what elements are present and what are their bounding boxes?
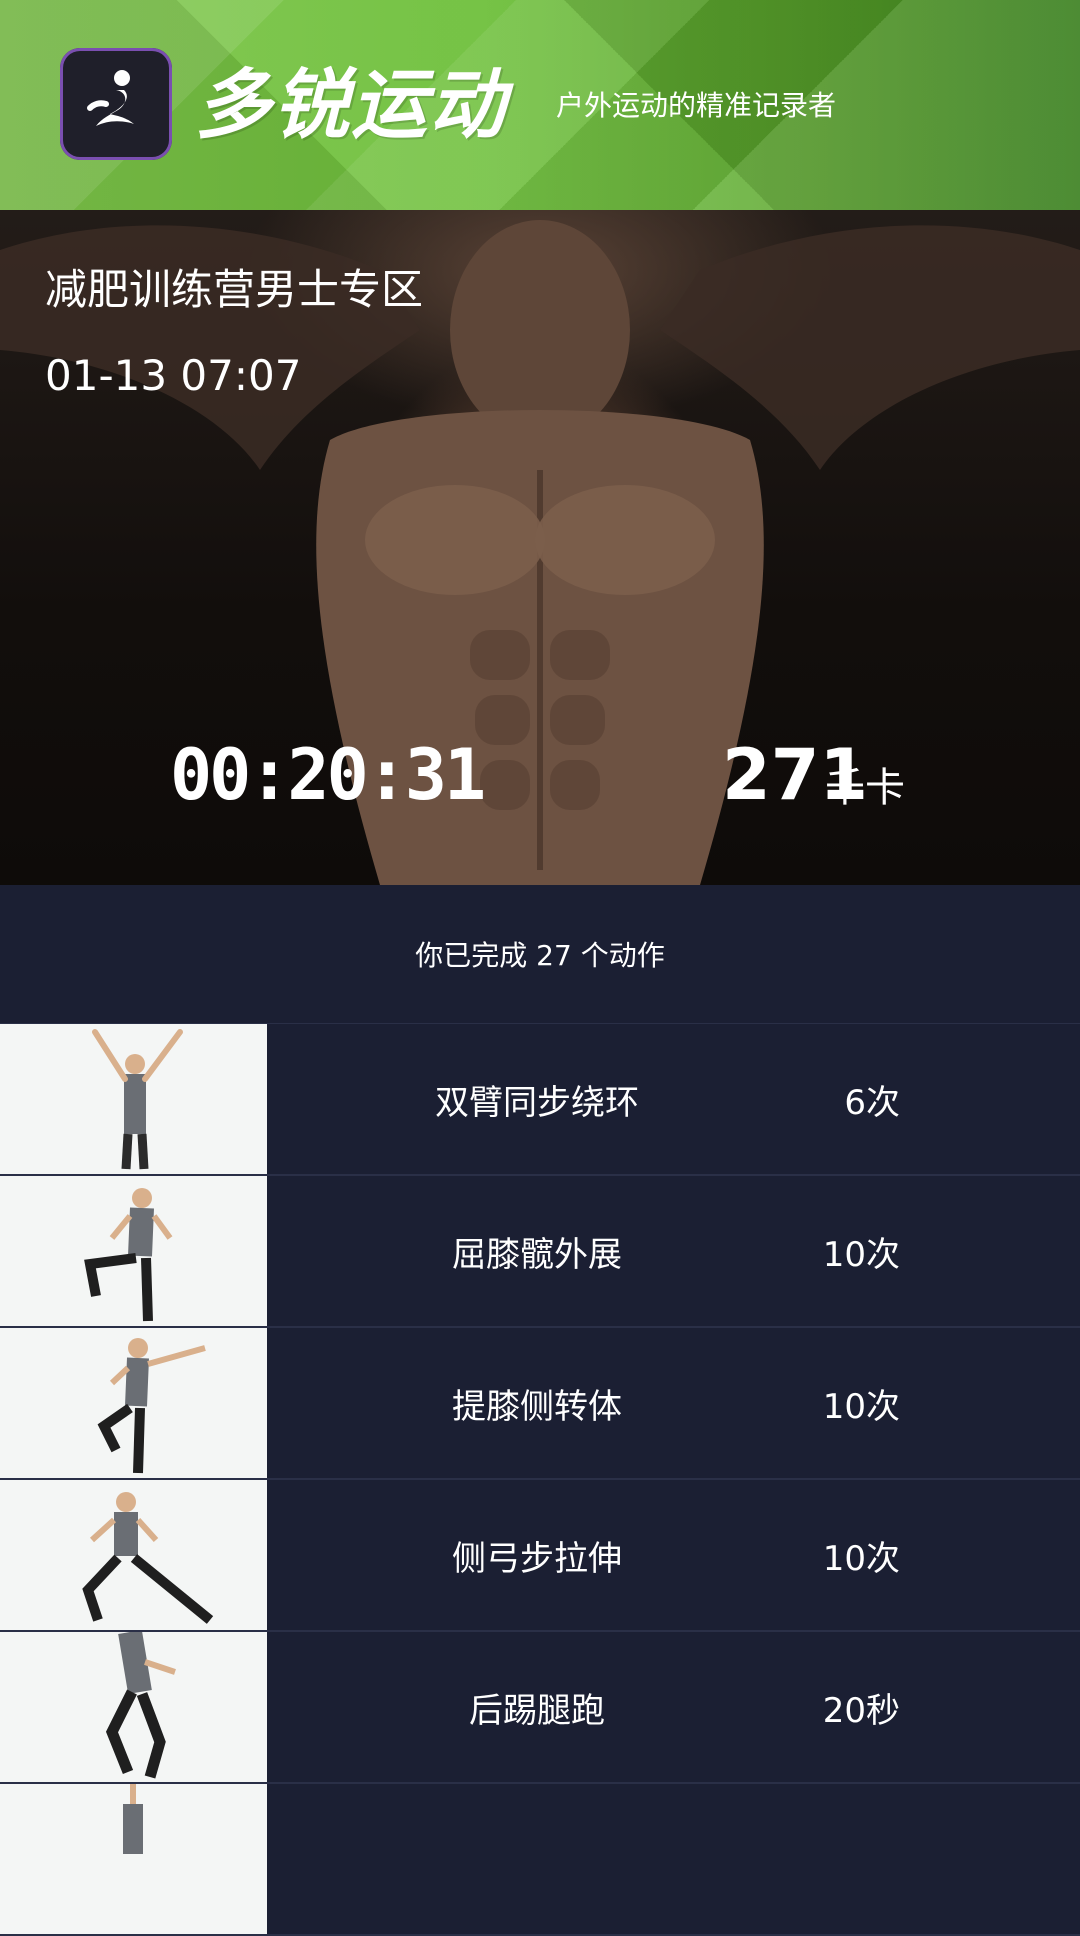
workout-hero: 减肥训练营男士专区 01-13 07:07 00:20:31 271 千卡 [0,210,1080,885]
exercise-count: 10次 [822,1538,900,1579]
exercise-thumbnail [0,1024,267,1174]
app-header: 多锐运动 户外运动的精准记录者 [0,0,1080,210]
exercise-row[interactable]: 提膝侧转体 10次 [0,1328,1080,1480]
exercise-name: 屈膝髋外展 [452,1234,622,1275]
exercise-row[interactable]: 后踢腿跑 20秒 [0,1632,1080,1784]
exercise-name [267,1784,807,1934]
exercise-thumbnail [0,1176,267,1326]
exercise-count: 10次 [822,1386,900,1427]
exercise-count: 10次 [822,1234,900,1275]
exercise-count: 20秒 [822,1690,900,1731]
exercise-row[interactable] [0,1784,1080,1936]
completion-summary: 你已完成 27 个动作 [0,885,1080,1025]
exercise-name: 提膝侧转体 [452,1386,622,1427]
exercise-row[interactable]: 屈膝髋外展 10次 [0,1176,1080,1328]
workout-title: 减肥训练营男士专区 [45,265,424,314]
exercise-list: 双臂同步绕环 6次 屈膝髋外展 10次 提膝侧转体 10次 侧弓步拉伸 10次 … [0,1024,1080,1936]
exercise-row[interactable]: 双臂同步绕环 6次 [0,1024,1080,1176]
exercise-name: 后踢腿跑 [469,1690,605,1731]
exercise-thumbnail [0,1632,267,1782]
workout-duration: 00:20:31 [170,734,486,816]
exercise-thumbnail [0,1328,267,1478]
brand-tagline: 户外运动的精准记录者 [556,89,837,122]
exercise-count: 6次 [844,1082,900,1123]
workout-datetime: 01-13 07:07 [45,351,302,400]
exercise-name: 侧弓步拉伸 [452,1538,622,1579]
exercise-thumbnail [0,1480,267,1630]
calories-unit: 千卡 [825,765,905,811]
completion-text: 你已完成 27 个动作 [415,939,665,972]
runner-logo-icon [60,48,172,160]
exercise-name: 双臂同步绕环 [435,1082,639,1123]
brand-name: 多锐运动 [195,60,507,149]
exercise-count [780,1784,900,1934]
exercise-thumbnail [0,1784,267,1934]
exercise-row[interactable]: 侧弓步拉伸 10次 [0,1480,1080,1632]
